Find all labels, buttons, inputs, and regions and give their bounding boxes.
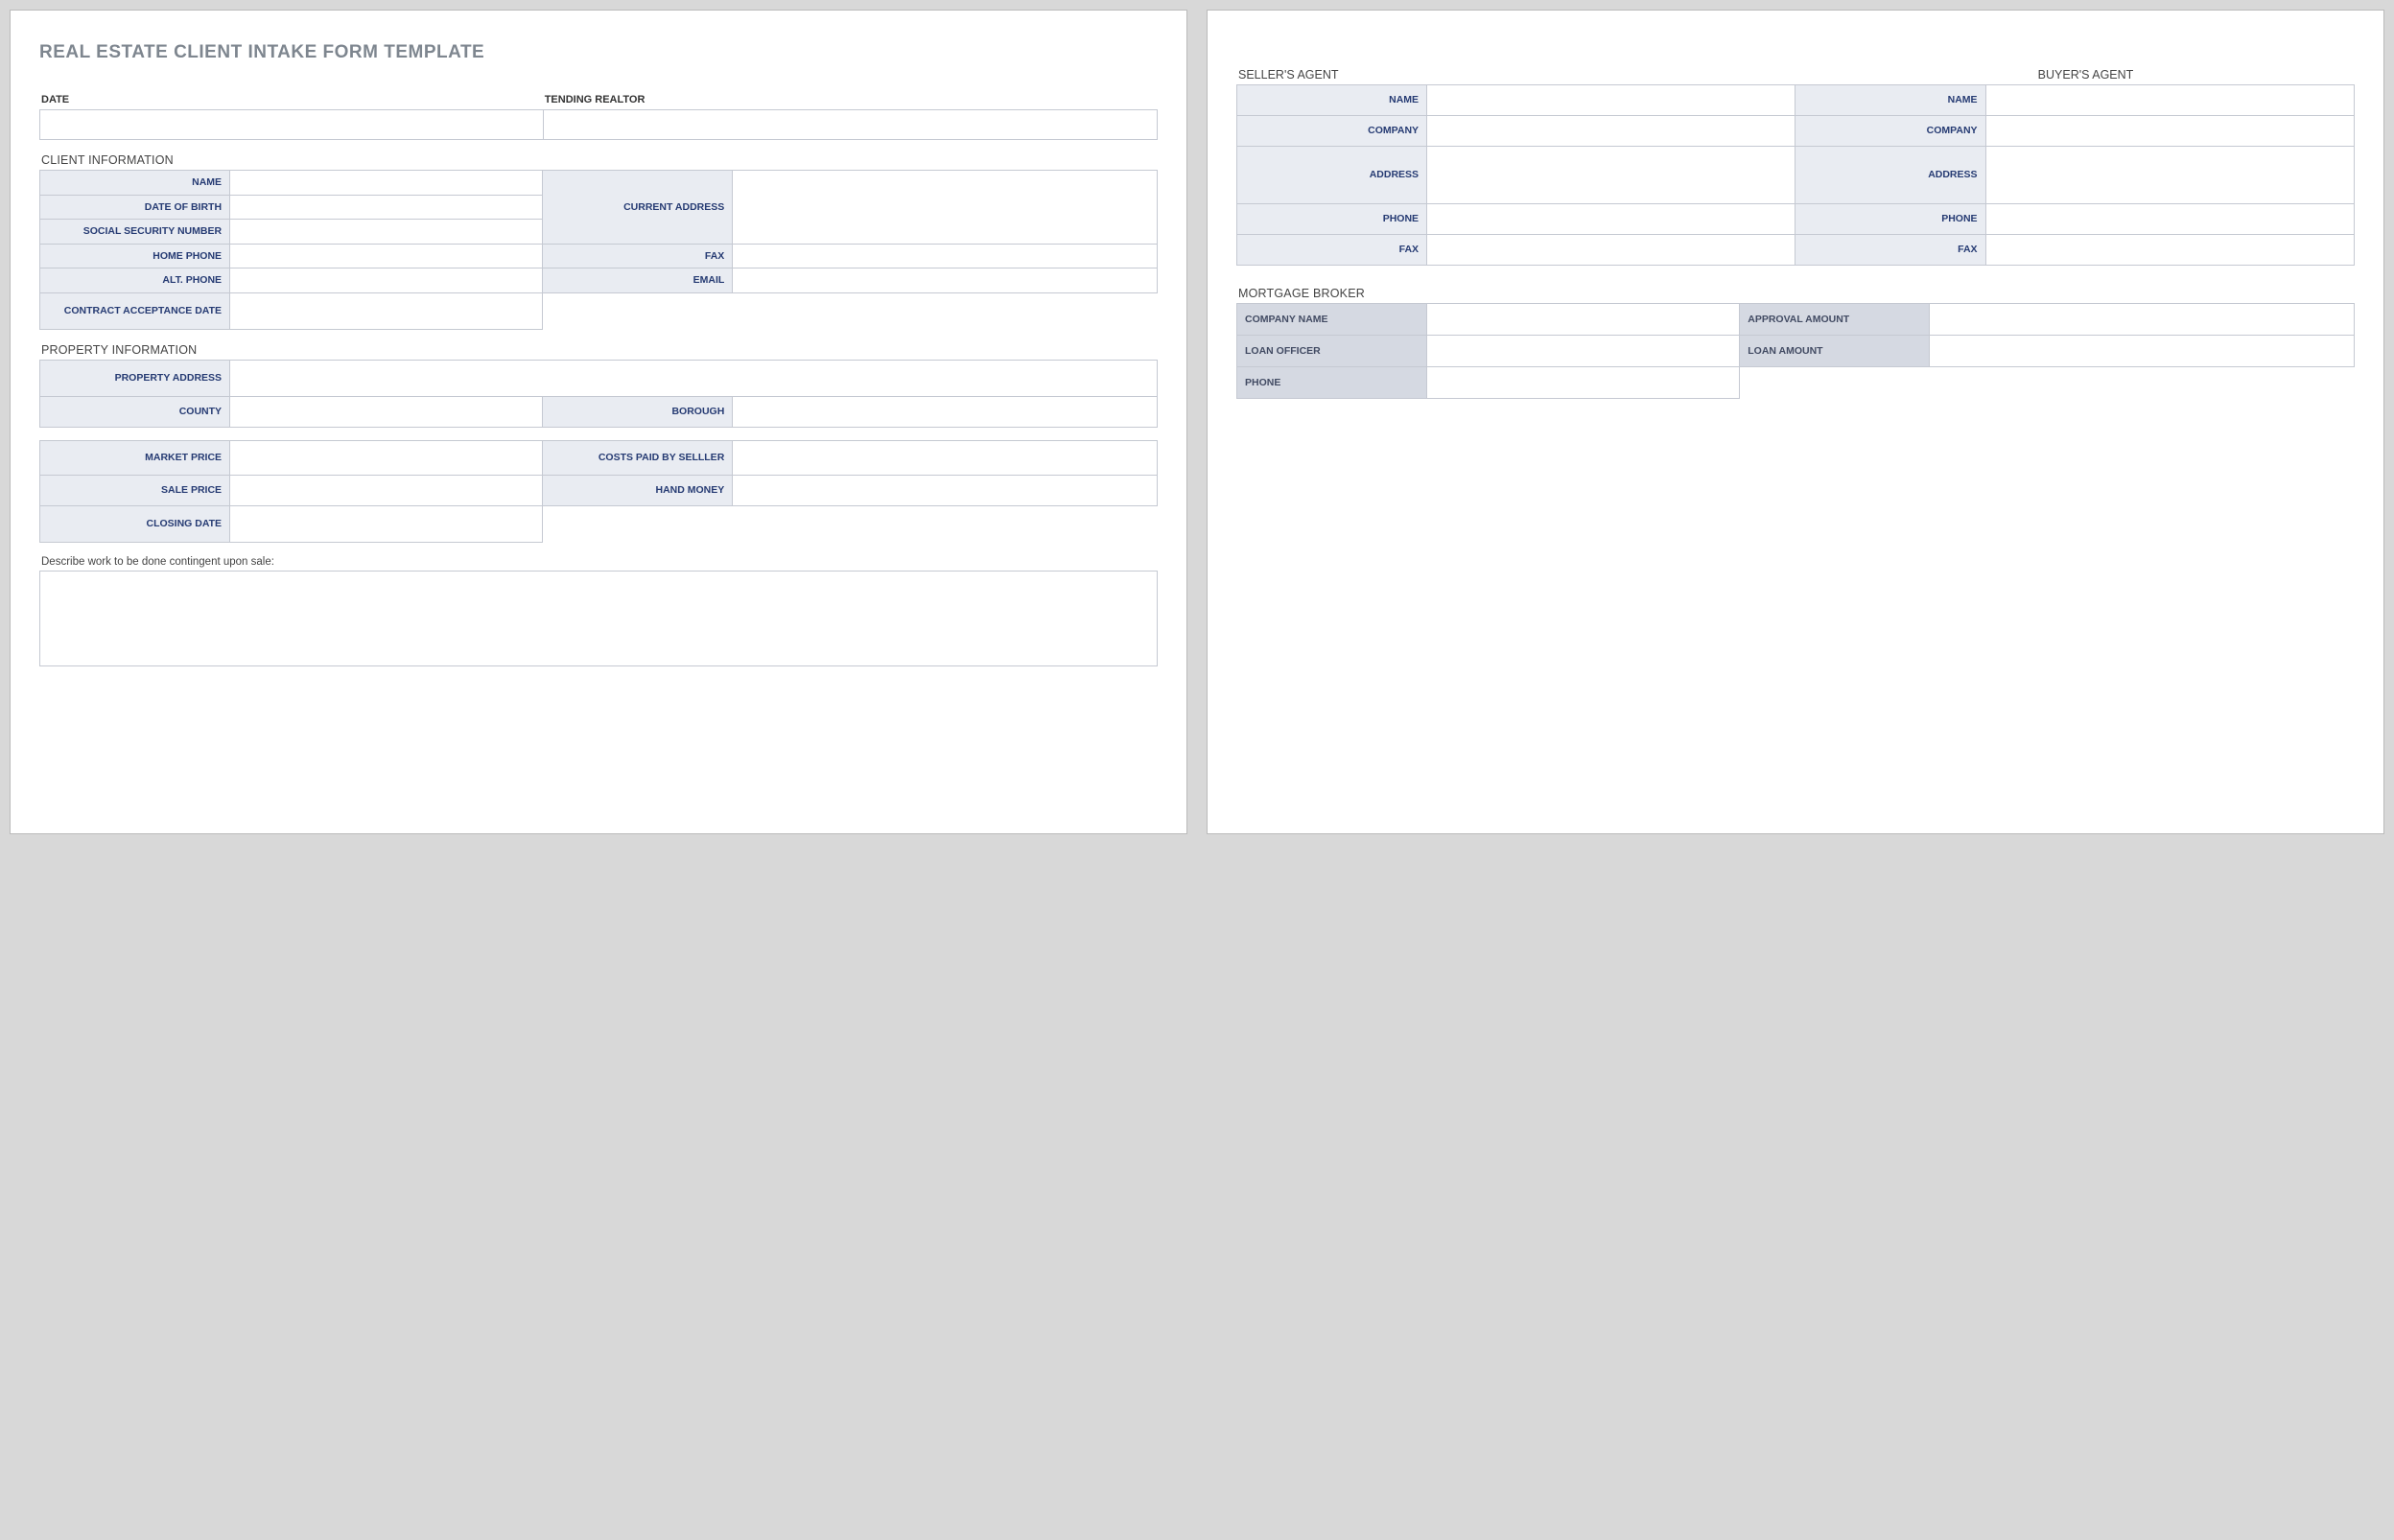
- home-phone-input[interactable]: [230, 244, 543, 268]
- seller-fax-label: FAX: [1237, 235, 1427, 266]
- alt-phone-input[interactable]: [230, 268, 543, 293]
- seller-name-input[interactable]: [1427, 85, 1796, 116]
- seller-company-label: COMPANY: [1237, 116, 1427, 147]
- contract-date-input[interactable]: [230, 292, 543, 329]
- ssn-input[interactable]: [230, 220, 543, 245]
- hand-money-label: HAND MONEY: [543, 475, 733, 505]
- client-section-header: CLIENT INFORMATION: [41, 153, 1158, 167]
- dob-input[interactable]: [230, 195, 543, 220]
- buyer-address-input[interactable]: [1985, 147, 2354, 204]
- alt-phone-label: ALT. PHONE: [40, 268, 230, 293]
- dob-label: DATE OF BIRTH: [40, 195, 230, 220]
- broker-phone-input[interactable]: [1427, 367, 1740, 399]
- loan-officer-input[interactable]: [1427, 336, 1740, 367]
- page-1: REAL ESTATE CLIENT INTAKE FORM TEMPLATE …: [10, 10, 1187, 834]
- name-label: NAME: [40, 171, 230, 196]
- buyer-phone-label: PHONE: [1796, 204, 1985, 235]
- buyer-address-label: ADDRESS: [1796, 147, 1985, 204]
- fax-label: FAX: [543, 244, 733, 268]
- agents-table: NAME NAME COMPANY COMPANY ADDRESS ADDRES…: [1236, 84, 2355, 266]
- broker-phone-label: PHONE: [1237, 367, 1427, 399]
- property-address-label: PROPERTY ADDRESS: [40, 360, 230, 396]
- closing-date-input[interactable]: [230, 505, 543, 542]
- loan-amount-input[interactable]: [1930, 336, 2355, 367]
- buyer-fax-label: FAX: [1796, 235, 1985, 266]
- hand-money-input[interactable]: [733, 475, 1158, 505]
- tending-realtor-input[interactable]: [543, 109, 1158, 140]
- describe-input[interactable]: [39, 571, 1158, 666]
- date-input[interactable]: [39, 109, 543, 140]
- sellers-agent-header: SELLER'S AGENT: [1238, 68, 1776, 82]
- approval-amount-input[interactable]: [1930, 304, 2355, 336]
- market-price-input[interactable]: [230, 440, 543, 475]
- costs-paid-input[interactable]: [733, 440, 1158, 475]
- buyer-phone-input[interactable]: [1985, 204, 2354, 235]
- costs-paid-label: COSTS PAID BY SELLLER: [543, 440, 733, 475]
- county-input[interactable]: [230, 396, 543, 427]
- borough-label: BOROUGH: [543, 396, 733, 427]
- company-name-label: COMPANY NAME: [1237, 304, 1427, 336]
- county-label: COUNTY: [40, 396, 230, 427]
- top-fields-table: DATE TENDING REALTOR: [39, 92, 1158, 140]
- buyer-company-label: COMPANY: [1796, 116, 1985, 147]
- company-name-input[interactable]: [1427, 304, 1740, 336]
- tending-realtor-label: TENDING REALTOR: [543, 92, 1158, 109]
- mortgage-section-header: MORTGAGE BROKER: [1238, 287, 2355, 300]
- property-address-input[interactable]: [230, 360, 1158, 396]
- form-title: REAL ESTATE CLIENT INTAKE FORM TEMPLATE: [39, 42, 1158, 63]
- approval-amount-label: APPROVAL AMOUNT: [1740, 304, 1930, 336]
- current-address-label: CURRENT ADDRESS: [543, 171, 733, 245]
- closing-date-label: CLOSING DATE: [40, 505, 230, 542]
- borough-input[interactable]: [733, 396, 1158, 427]
- buyer-name-input[interactable]: [1985, 85, 2354, 116]
- fax-input[interactable]: [733, 244, 1158, 268]
- ssn-label: SOCIAL SECURITY NUMBER: [40, 220, 230, 245]
- loan-officer-label: LOAN OFFICER: [1237, 336, 1427, 367]
- buyers-agent-header: BUYER'S AGENT: [1817, 68, 2355, 82]
- date-label: DATE: [39, 92, 543, 109]
- seller-phone-label: PHONE: [1237, 204, 1427, 235]
- loan-amount-label: LOAN AMOUNT: [1740, 336, 1930, 367]
- seller-address-input[interactable]: [1427, 147, 1796, 204]
- home-phone-label: HOME PHONE: [40, 244, 230, 268]
- seller-address-label: ADDRESS: [1237, 147, 1427, 204]
- describe-label: Describe work to be done contingent upon…: [41, 556, 1158, 568]
- property-section-header: PROPERTY INFORMATION: [41, 343, 1158, 357]
- email-input[interactable]: [733, 268, 1158, 293]
- property-info-table: PROPERTY ADDRESS COUNTY BOROUGH MARKET P…: [39, 360, 1158, 543]
- sale-price-label: SALE PRICE: [40, 475, 230, 505]
- sale-price-input[interactable]: [230, 475, 543, 505]
- contract-date-label: CONTRACT ACCEPTANCE DATE: [40, 292, 230, 329]
- name-input[interactable]: [230, 171, 543, 196]
- seller-company-input[interactable]: [1427, 116, 1796, 147]
- email-label: EMAIL: [543, 268, 733, 293]
- seller-fax-input[interactable]: [1427, 235, 1796, 266]
- market-price-label: MARKET PRICE: [40, 440, 230, 475]
- buyer-company-input[interactable]: [1985, 116, 2354, 147]
- client-info-table: NAME CURRENT ADDRESS DATE OF BIRTH SOCIA…: [39, 170, 1158, 330]
- current-address-input[interactable]: [733, 171, 1158, 245]
- page-2: SELLER'S AGENT BUYER'S AGENT NAME NAME C…: [1207, 10, 2384, 834]
- seller-phone-input[interactable]: [1427, 204, 1796, 235]
- mortgage-table: COMPANY NAME APPROVAL AMOUNT LOAN OFFICE…: [1236, 303, 2355, 399]
- seller-name-label: NAME: [1237, 85, 1427, 116]
- buyer-name-label: NAME: [1796, 85, 1985, 116]
- buyer-fax-input[interactable]: [1985, 235, 2354, 266]
